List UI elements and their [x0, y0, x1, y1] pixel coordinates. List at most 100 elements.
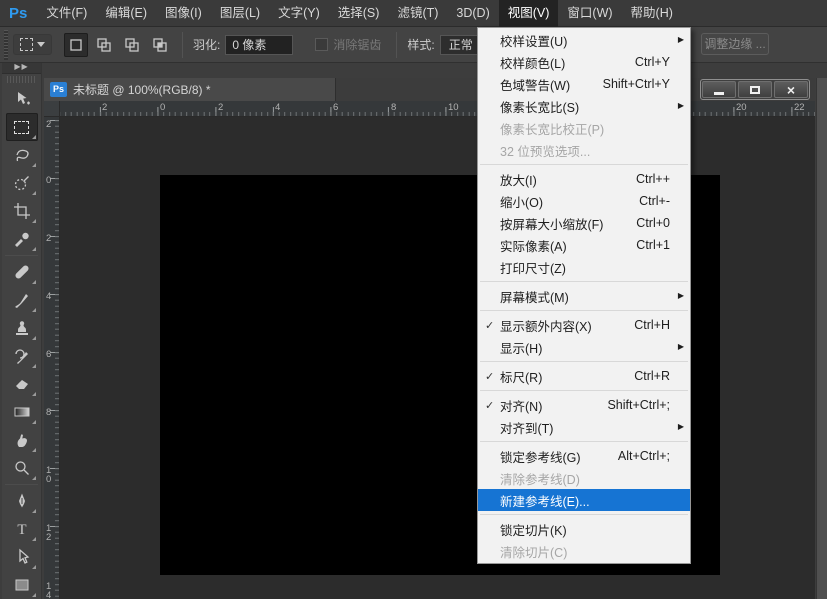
spot-healing-brush-tool[interactable] — [6, 258, 38, 286]
move-tool[interactable] — [6, 85, 38, 113]
options-separator — [182, 32, 183, 58]
eyedropper-tool[interactable] — [6, 225, 38, 253]
path-selection-tool[interactable] — [6, 543, 38, 571]
toolbox-grip[interactable] — [7, 76, 36, 83]
menu-item-proof-colors[interactable]: 校样颜色(L) Ctrl+Y — [478, 51, 690, 73]
lasso-tool[interactable] — [6, 141, 38, 169]
menubar-item-layer[interactable]: 图层(L) — [211, 0, 269, 27]
rectangular-marquee-tool[interactable] — [6, 113, 38, 141]
menubar-item-filter[interactable]: 滤镜(T) — [388, 0, 447, 27]
menubar-item-3d[interactable]: 3D(D) — [447, 0, 498, 27]
checkmark-icon: ✓ — [485, 399, 500, 412]
subtract-from-selection-icon — [124, 37, 140, 53]
pen-tool[interactable] — [6, 487, 38, 515]
ruler-number: 20 — [736, 102, 747, 113]
menu-separator — [480, 164, 688, 165]
menubar-item-select[interactable]: 选择(S) — [329, 0, 389, 27]
menu-item-show-extras[interactable]: ✓ 显示额外内容(X) Ctrl+H — [478, 314, 690, 336]
quick-selection-tool[interactable] — [6, 169, 38, 197]
rectangular-marquee-icon — [14, 121, 29, 134]
menu-item-clear-slices: 清除切片(C) — [478, 540, 690, 562]
menu-item-snap[interactable]: ✓ 对齐(N) Shift+Ctrl+; — [478, 394, 690, 416]
menu-item-print-size[interactable]: 打印尺寸(Z) — [478, 256, 690, 278]
menu-item-fit-on-screen[interactable]: 按屏幕大小缩放(F) Ctrl+0 — [478, 212, 690, 234]
close-button[interactable]: × — [774, 81, 808, 98]
tool-preset-button[interactable] — [13, 34, 52, 55]
document-title: 未标题 @ 100%(RGB/8) * — [73, 81, 211, 98]
ruler-number: 2 — [46, 120, 54, 129]
subtract-from-selection-button[interactable] — [120, 33, 144, 57]
style-dropdown-value: 正常 — [449, 36, 473, 54]
menubar-item-edit[interactable]: 编辑(E) — [96, 0, 156, 27]
intersect-selection-button[interactable] — [148, 33, 172, 57]
view-menu-dropdown: 校样设置(U) ▶ 校样颜色(L) Ctrl+Y 色域警告(W) Shift+C… — [477, 27, 691, 564]
antialias-checkbox[interactable] — [315, 38, 328, 51]
refine-edge-button[interactable]: 调整边缘 ... — [701, 33, 769, 55]
checkmark-icon: ✓ — [485, 319, 500, 332]
maximize-button[interactable] — [738, 81, 772, 98]
vertical-ruler[interactable]: 2 0 2 4 6 8 10 12 14 — [44, 117, 60, 599]
horizontal-ruler[interactable]: 2 0 2 4 6 8 10 12 14 16 18 20 22 — [60, 101, 815, 117]
menu-item-show[interactable]: 显示(H) ▶ — [478, 336, 690, 358]
menu-item-rulers[interactable]: ✓ 标尺(R) Ctrl+R — [478, 365, 690, 387]
ruler-number: 10 — [46, 466, 54, 484]
menu-item-zoom-in[interactable]: 放大(I) Ctrl++ — [478, 168, 690, 190]
menubar-item-window[interactable]: 窗口(W) — [558, 0, 621, 27]
menubar-item-view[interactable]: 视图(V) — [499, 0, 559, 27]
menu-separator — [480, 361, 688, 362]
menu-item-pixel-aspect-ratio[interactable]: 像素长宽比(S) ▶ — [478, 95, 690, 117]
crop-tool[interactable] — [6, 197, 38, 225]
crop-icon — [13, 202, 31, 220]
menu-item-32bit-preview-options: 32 位预览选项... — [478, 139, 690, 161]
rectangle-tool[interactable] — [6, 571, 38, 599]
menubar-item-help[interactable]: 帮助(H) — [622, 0, 682, 27]
type-tool[interactable]: T — [6, 515, 38, 543]
add-to-selection-button[interactable] — [92, 33, 116, 57]
menubar-item-file[interactable]: 文件(F) — [37, 0, 96, 27]
gradient-tool[interactable] — [6, 398, 38, 426]
options-bar-grip[interactable] — [2, 30, 9, 60]
toolbox-separator — [5, 255, 38, 256]
new-selection-button[interactable] — [64, 33, 88, 57]
menu-item-gamut-warning[interactable]: 色域警告(W) Shift+Ctrl+Y — [478, 73, 690, 95]
options-separator — [396, 32, 397, 58]
clone-stamp-icon — [13, 319, 31, 337]
brush-tool[interactable] — [6, 286, 38, 314]
ruler-number: 12 — [46, 524, 54, 542]
minimize-button[interactable] — [702, 81, 736, 98]
menubar-item-image[interactable]: 图像(I) — [156, 0, 211, 27]
document-tab[interactable]: Ps 未标题 @ 100%(RGB/8) * — [44, 78, 336, 101]
menu-item-screen-mode[interactable]: 屏幕模式(M) ▶ — [478, 285, 690, 307]
ruler-origin-corner[interactable] — [44, 101, 60, 117]
menu-item-snap-to[interactable]: 对齐到(T) ▶ — [478, 416, 690, 438]
toolbox-separator — [5, 484, 38, 485]
smudge-tool[interactable] — [6, 426, 38, 454]
menu-item-new-guide[interactable]: 新建参考线(E)... — [478, 489, 690, 511]
menu-item-proof-setup[interactable]: 校样设置(U) ▶ — [478, 29, 690, 51]
menu-bar: Ps 文件(F) 编辑(E) 图像(I) 图层(L) 文字(Y) 选择(S) 滤… — [0, 0, 827, 27]
window-border-right — [816, 78, 827, 599]
rectangle-icon — [13, 576, 31, 594]
dodge-tool[interactable] — [6, 454, 38, 482]
intersect-selection-icon — [152, 37, 168, 53]
menubar-item-type[interactable]: 文字(Y) — [269, 0, 329, 27]
menu-item-lock-slices[interactable]: 锁定切片(K) — [478, 518, 690, 540]
photoshop-logo: Ps — [0, 5, 37, 22]
ruler-number: 8 — [46, 408, 54, 417]
eraser-tool[interactable] — [6, 370, 38, 398]
menu-item-actual-pixels[interactable]: 实际像素(A) Ctrl+1 — [478, 234, 690, 256]
submenu-arrow-icon: ▶ — [678, 342, 684, 351]
clone-stamp-tool[interactable] — [6, 314, 38, 342]
pen-icon — [13, 492, 31, 510]
style-label: 样式: — [407, 36, 434, 53]
move-tool-icon — [13, 90, 31, 108]
feather-input[interactable] — [225, 35, 293, 55]
menu-item-lock-guides[interactable]: 锁定参考线(G) Alt+Ctrl+; — [478, 445, 690, 467]
history-brush-tool[interactable] — [6, 342, 38, 370]
document-ps-icon: Ps — [50, 82, 67, 97]
menu-item-zoom-out[interactable]: 缩小(O) Ctrl+- — [478, 190, 690, 212]
menu-separator — [480, 514, 688, 515]
history-brush-icon — [13, 347, 31, 365]
menu-separator — [480, 390, 688, 391]
options-bar: 羽化: 消除锯齿 样式: 正常 调整边缘 ... — [0, 27, 827, 63]
